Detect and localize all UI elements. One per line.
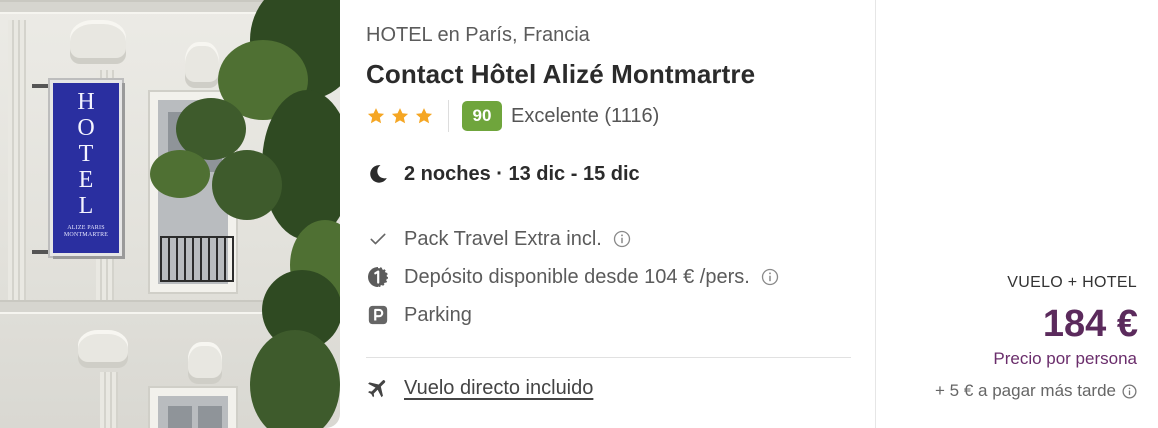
feature-list: Pack Travel Extra incl. Depósito disponi… bbox=[366, 220, 876, 334]
feature-text: Pack Travel Extra incl. bbox=[404, 227, 602, 250]
moon-icon bbox=[370, 165, 387, 183]
sign-letters: H O T E L bbox=[77, 89, 95, 219]
hotel-name[interactable]: Contact Hôtel Alizé Montmartre bbox=[366, 57, 876, 91]
deposit-icon bbox=[366, 265, 390, 289]
star-icon bbox=[415, 108, 433, 124]
flight-row: Vuelo directo incluido bbox=[366, 373, 593, 403]
direct-flight-link[interactable]: Vuelo directo incluido bbox=[404, 377, 593, 400]
info-icon[interactable] bbox=[760, 267, 780, 287]
feature-item: Depósito disponible desde 104 € /pers. bbox=[366, 258, 876, 296]
feature-item: Parking bbox=[366, 296, 876, 334]
hotel-type-location: HOTEL en París, Francia bbox=[366, 24, 590, 46]
price-panel[interactable]: VUELO + HOTEL 184 € Precio por persona +… bbox=[875, 0, 1158, 428]
check-icon bbox=[366, 227, 390, 251]
hotel-sign: H O T E L ALIZE PARIS MONTMARTRE bbox=[50, 80, 122, 256]
divider bbox=[366, 357, 851, 358]
pack-label: VUELO + HOTEL bbox=[1007, 274, 1137, 291]
score-text[interactable]: Excelente (1116) bbox=[511, 105, 659, 128]
rating-row: 90 Excelente (1116) bbox=[366, 99, 876, 133]
price-per-person: Precio por persona bbox=[993, 349, 1137, 368]
feature-text: Parking bbox=[404, 303, 472, 326]
feature-text: Depósito disponible desde 104 € /pers. bbox=[404, 265, 750, 288]
hotel-result-card[interactable]: H O T E L ALIZE PARIS MONTMARTRE HOTEL e… bbox=[0, 0, 1158, 428]
parking-icon bbox=[366, 303, 390, 327]
hotel-info: HOTEL en París, Francia Contact Hôtel Al… bbox=[340, 0, 876, 428]
feature-item: Pack Travel Extra incl. bbox=[366, 220, 876, 258]
info-icon[interactable] bbox=[1121, 383, 1138, 400]
pay-later-note: + 5 € a pagar más tarde bbox=[935, 381, 1138, 401]
sign-subtitle: ALIZE PARIS MONTMARTRE bbox=[63, 225, 109, 238]
hotel-photo[interactable]: H O T E L ALIZE PARIS MONTMARTRE bbox=[0, 0, 340, 428]
stay-dates: 2 noches · 13 dic - 15 dic bbox=[366, 159, 876, 189]
plane-icon bbox=[368, 380, 386, 398]
star-rating bbox=[366, 100, 449, 132]
star-icon bbox=[367, 108, 385, 124]
star-icon bbox=[391, 108, 409, 124]
score-badge: 90 bbox=[462, 101, 502, 131]
price-amount: 184 € bbox=[1042, 303, 1138, 345]
pay-later-text: + 5 € a pagar más tarde bbox=[935, 381, 1116, 400]
stay-text: 2 noches · 13 dic - 15 dic bbox=[404, 162, 640, 185]
info-icon[interactable] bbox=[612, 229, 632, 249]
